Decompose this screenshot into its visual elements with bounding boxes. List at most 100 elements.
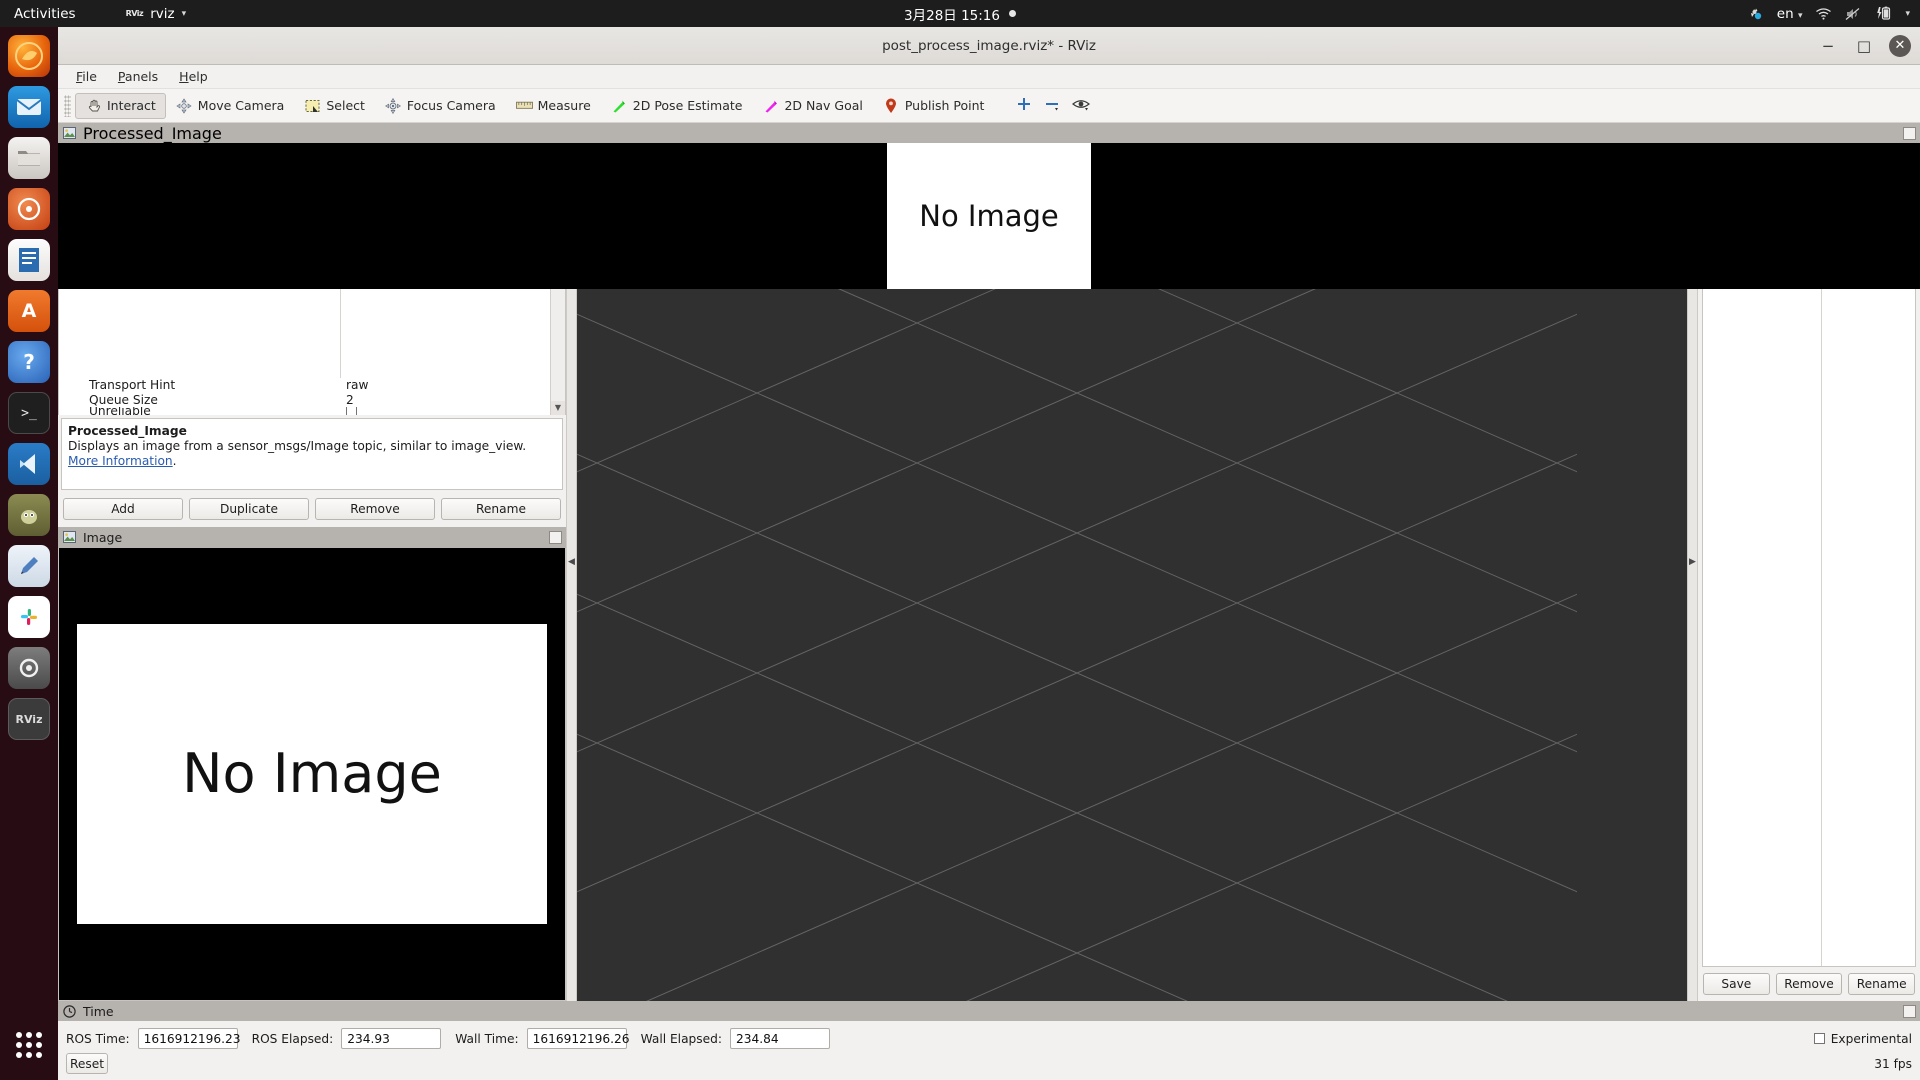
tree-value[interactable]: raw [340, 378, 550, 392]
language-indicator[interactable]: en ▾ [1777, 6, 1803, 22]
image-canvas[interactable]: No Image [58, 547, 566, 1001]
image-panel-header: Image [58, 526, 566, 548]
tree-value[interactable]: 2 [340, 393, 550, 407]
menu-bar: File Panels Help [58, 65, 1920, 89]
ruler-icon [515, 97, 533, 114]
description-body: Displays an image from a sensor_msgs/Ima… [68, 438, 527, 453]
dock-item-ubuntu-software[interactable]: A [8, 290, 50, 332]
processed-image-canvas[interactable]: No Image [58, 143, 1920, 289]
select-rect-icon [304, 97, 321, 114]
remove-view-button[interactable]: Remove [1775, 973, 1843, 995]
dock-item-slack[interactable] [8, 596, 50, 638]
tool-select[interactable]: Select [294, 93, 375, 119]
menu-help[interactable]: Help [170, 67, 217, 86]
main-toolbar: Interact Move Camera Select Focus Camera [58, 89, 1920, 123]
plus-icon[interactable] [1016, 96, 1032, 116]
experimental-checkbox[interactable] [1813, 1033, 1825, 1044]
time-fields-row: ROS Time: 1616912196.23 ROS Elapsed: 234… [58, 1021, 1920, 1053]
more-information-link[interactable]: More Information [68, 454, 173, 468]
ros-time-input[interactable]: 1616912196.23 [137, 1028, 241, 1049]
tool-publish-point-label: Publish Point [904, 98, 985, 113]
dock-item-rviz[interactable]: RViz [8, 698, 50, 740]
reset-button[interactable]: Reset [66, 1053, 108, 1074]
tool-select-label: Select [326, 98, 365, 113]
dock-item-libreoffice-writer[interactable] [8, 239, 50, 281]
scroll-down-icon[interactable]: ▼ [551, 400, 565, 415]
chevron-down-icon[interactable]: ▾ [1905, 9, 1910, 19]
toolbar-extra-icons [1016, 96, 1091, 116]
save-view-button[interactable]: Save [1703, 973, 1770, 995]
eye-icon[interactable] [1072, 96, 1091, 115]
battery-charging-icon [1875, 6, 1892, 21]
time-panel-header: Time [58, 1001, 1920, 1021]
time-panel-title: Time [83, 1003, 114, 1019]
tool-move-camera[interactable]: Move Camera [166, 93, 295, 119]
tool-2d-nav-goal-label: 2D Nav Goal [784, 98, 863, 113]
experimental-row[interactable]: Experimental [1813, 1031, 1912, 1046]
tool-measure[interactable]: Measure [506, 93, 601, 119]
rename-button[interactable]: Rename [441, 497, 561, 520]
dock-item-terminal[interactable]: >_ [8, 392, 50, 434]
minimize-button[interactable]: − [1817, 35, 1839, 57]
tool-2d-pose-estimate[interactable]: 2D Pose Estimate [601, 93, 753, 119]
duplicate-button[interactable]: Duplicate [189, 497, 309, 520]
dock-item-rhythmbox[interactable] [8, 188, 50, 230]
tree-row-queue-size[interactable]: Queue Size 2 [59, 392, 550, 407]
dock-item-help[interactable]: ? [8, 341, 50, 383]
wifi-icon [1815, 7, 1832, 21]
window-title: post_process_image.rviz* - RViz [882, 37, 1096, 54]
remove-button[interactable]: Remove [315, 497, 435, 520]
tree-row-transport-hint[interactable]: Transport Hint raw [59, 378, 550, 393]
dock-item-firefox[interactable] [8, 35, 50, 77]
tool-publish-point[interactable]: Publish Point [873, 93, 995, 119]
wall-time-label: Wall Time: [455, 1031, 519, 1046]
tool-interact[interactable]: Interact [75, 92, 166, 119]
hand-icon [85, 97, 102, 114]
display-description: Processed_Image Displays an image from a… [61, 417, 563, 490]
minus-icon[interactable] [1044, 96, 1060, 116]
dock-item-files[interactable] [8, 137, 50, 179]
ubuntu-dock: A ? >_ RViz [0, 27, 58, 1080]
system-status-area[interactable]: en ▾ ▾ [1748, 6, 1910, 22]
activities-button[interactable]: Activities [14, 6, 76, 22]
wall-elapsed-input[interactable]: 234.84 [729, 1028, 830, 1049]
description-title: Processed_Image [68, 423, 187, 438]
green-arrow-icon [611, 97, 628, 114]
tool-2d-pose-estimate-label: 2D Pose Estimate [632, 98, 743, 113]
dock-item-vscode[interactable] [8, 443, 50, 485]
rename-view-button[interactable]: Rename [1848, 973, 1916, 995]
no-image-text: No Image [919, 199, 1059, 233]
menu-file[interactable]: File [67, 67, 106, 86]
views-tree[interactable]: ▼ Current View Orbit (rviz) Near Clip Di… [1702, 174, 1916, 967]
image-float-button[interactable] [549, 530, 562, 544]
tree-row-unreliable[interactable]: Unreliable [59, 406, 550, 415]
ros-time-label: ROS Time: [66, 1031, 130, 1046]
dock-item-text-editor[interactable] [8, 545, 50, 587]
app-menu-button[interactable]: RViz rviz ▾ [126, 6, 187, 22]
add-button[interactable]: Add [63, 497, 183, 520]
menu-panels[interactable]: Panels [109, 67, 167, 86]
ros-elapsed-input[interactable]: 234.93 [341, 1028, 442, 1049]
wall-time-input[interactable]: 1616912196.26 [526, 1028, 630, 1049]
unreliable-checkbox[interactable] [346, 406, 357, 415]
show-applications-button[interactable] [8, 1024, 50, 1066]
maximize-button[interactable]: □ [1853, 35, 1875, 57]
processed-image-float-button[interactable] [1903, 126, 1916, 140]
network-icon [1748, 6, 1764, 22]
dock-item-gimp[interactable] [8, 494, 50, 536]
processed-image-window[interactable]: Processed_Image No Image [58, 123, 1920, 289]
time-panel: Time ROS Time: 1616912196.23 ROS Elapsed… [58, 1001, 1920, 1080]
time-float-button[interactable] [1903, 1004, 1916, 1018]
experimental-label: Experimental [1830, 1031, 1912, 1046]
close-button[interactable]: ✕ [1889, 34, 1911, 57]
dock-item-settings[interactable] [8, 647, 50, 689]
tool-move-camera-label: Move Camera [197, 98, 285, 113]
clock-button[interactable]: 3月28日 15:16 [904, 4, 1016, 24]
tool-focus-camera[interactable]: Focus Camera [375, 93, 506, 119]
tree-label: Queue Size [89, 392, 158, 407]
tool-2d-nav-goal[interactable]: 2D Nav Goal [752, 93, 872, 119]
tree-label: Transport Hint [89, 377, 176, 392]
dock-item-thunderbird[interactable] [8, 86, 50, 128]
toolbar-grip[interactable] [64, 94, 71, 117]
focus-camera-icon [385, 97, 402, 114]
